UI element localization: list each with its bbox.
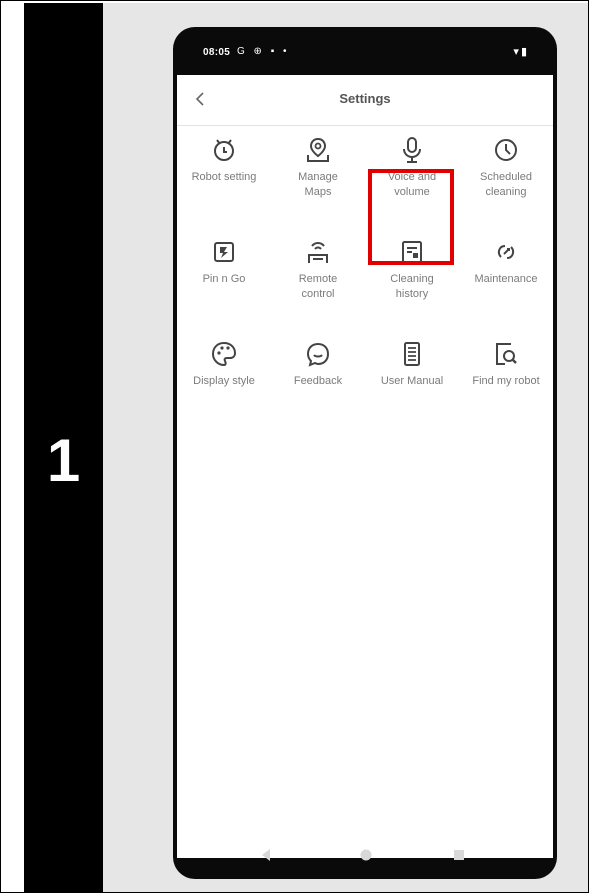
palette-icon	[211, 341, 237, 367]
settings-item-label: Find my robot	[472, 375, 540, 387]
step-number: 1	[46, 427, 81, 494]
settings-item-label: User Manual	[380, 375, 444, 387]
voice-and-volume-highlight	[368, 169, 454, 265]
remote-control-icon	[308, 242, 328, 263]
settings-item-label: Scheduled cleaning	[480, 171, 532, 198]
settings-item-remote-control[interactable]: Remote control	[271, 237, 365, 337]
settings-item-scheduled-cleaning[interactable]: Scheduled cleaning	[459, 135, 553, 235]
manual-icon	[404, 342, 420, 366]
settings-item-find-my-robot[interactable]: Find my robot	[459, 339, 553, 439]
settings-item-label: Robot setting	[191, 171, 257, 183]
status-bar: 08:05 G ⊕ ▪ • ▾▮	[173, 27, 557, 75]
pin-n-go-icon	[214, 242, 234, 262]
maintenance-icon	[497, 245, 515, 259]
settings-item-manage-maps[interactable]: Manage Maps	[271, 135, 365, 235]
settings-item-pin-n-go[interactable]: Pin n Go	[177, 237, 271, 337]
settings-item-display-style[interactable]: Display style	[177, 339, 271, 439]
app-bar: Settings	[177, 75, 553, 126]
robot-setting-icon	[214, 139, 234, 161]
step-bar: 1	[24, 3, 103, 892]
status-time: 08:05	[203, 47, 231, 58]
settings-item-user-manual[interactable]: User Manual	[365, 339, 459, 439]
phone-frame: 08:05 G ⊕ ▪ • ▾▮ Settings Robot setting	[173, 27, 557, 879]
settings-item-label: Feedback	[293, 375, 343, 387]
settings-item-label: Manage Maps	[298, 171, 338, 198]
status-right-icons: ▾▮	[513, 46, 529, 58]
circle-home-icon[interactable]	[359, 848, 373, 862]
microphone-icon	[403, 137, 421, 163]
settings-item-label: Remote control	[298, 273, 338, 300]
status-left-icons: G ⊕ ▪ •	[237, 46, 290, 57]
clock-icon	[495, 139, 517, 161]
square-recent-icon[interactable]	[453, 849, 465, 861]
settings-item-label: Display style	[193, 375, 255, 387]
triangle-back-icon[interactable]	[259, 848, 273, 862]
find-robot-icon	[496, 343, 517, 365]
android-nav-bar	[173, 831, 557, 879]
app-screen: Settings Robot setting Manage Maps Voice…	[177, 75, 553, 858]
settings-item-robot-setting[interactable]: Robot setting	[177, 135, 271, 235]
map-pin-icon	[307, 137, 329, 162]
settings-item-label: Maintenance	[474, 273, 538, 285]
page-title: Settings	[339, 91, 391, 106]
settings-item-label: Cleaning history	[390, 273, 434, 300]
settings-item-feedback[interactable]: Feedback	[271, 339, 365, 439]
settings-item-maintenance[interactable]: Maintenance	[459, 237, 553, 337]
settings-item-label: Pin n Go	[202, 273, 246, 285]
feedback-icon	[306, 342, 330, 367]
